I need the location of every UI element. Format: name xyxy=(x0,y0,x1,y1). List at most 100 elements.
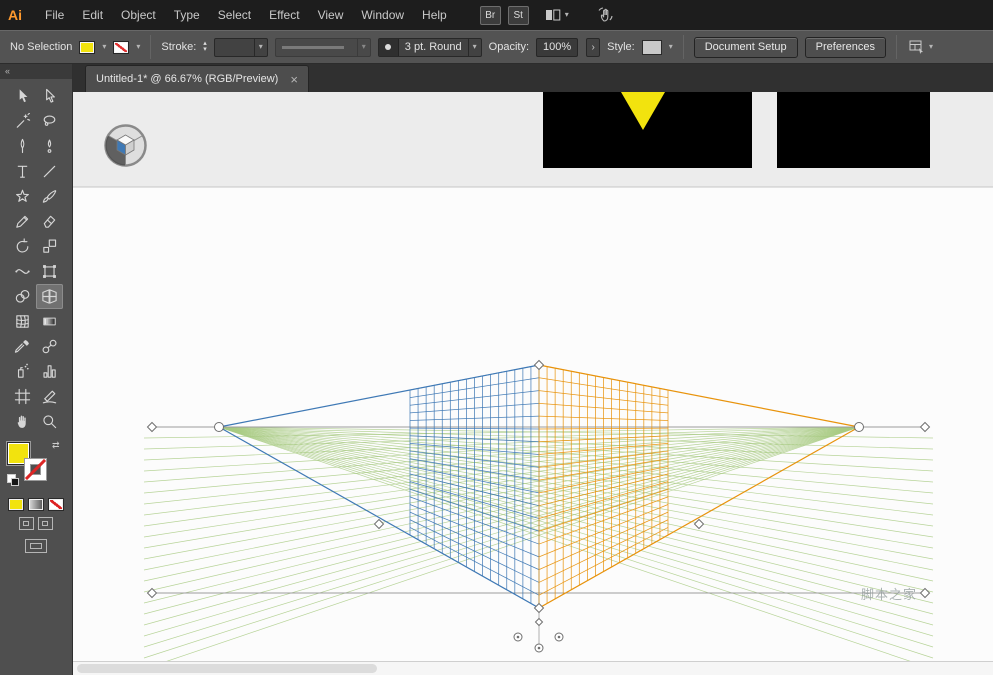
menu-bar: Ai File Edit Object Type Select Effect V… xyxy=(0,0,993,30)
chevron-down-icon[interactable]: ▾ xyxy=(136,43,140,51)
menu-help[interactable]: Help xyxy=(413,4,456,26)
style-label: Style: xyxy=(607,41,635,53)
brush-preview xyxy=(378,38,399,56)
hand-tool-button[interactable] xyxy=(9,409,36,434)
selection-tool-button[interactable] xyxy=(9,84,36,109)
column-graph-tool-button[interactable] xyxy=(36,359,63,384)
workspace-layout-button[interactable]: ▾ xyxy=(545,9,569,21)
pen-tool-icon xyxy=(20,138,25,154)
scale-tool-button[interactable] xyxy=(36,234,63,259)
stock-button[interactable]: St xyxy=(507,5,529,25)
chevron-down-icon: ▾ xyxy=(564,10,569,19)
artboard-tool-button[interactable] xyxy=(9,384,36,409)
stroke-weight-stepper[interactable]: ▴ ▾ xyxy=(203,40,207,53)
eyedropper-tool-button[interactable] xyxy=(9,334,36,359)
opacity-input[interactable]: 100% xyxy=(536,37,579,57)
tools-panel-collapse[interactable]: « xyxy=(0,64,72,79)
mesh-tool-button[interactable] xyxy=(9,309,36,334)
plane-switching-widget[interactable] xyxy=(103,123,148,168)
draw-behind-button[interactable] xyxy=(38,517,53,530)
magic-wand-tool-button[interactable] xyxy=(9,109,36,134)
preferences-button[interactable]: Preferences xyxy=(804,36,886,58)
document-setup-button[interactable]: Document Setup xyxy=(693,36,798,58)
style-swatch[interactable] xyxy=(641,39,662,55)
separator xyxy=(895,35,897,59)
chevron-down-icon: ▾ xyxy=(258,42,263,51)
workspace-switcher-button[interactable]: ▾ xyxy=(909,40,933,54)
document-tab[interactable]: Untitled-1* @ 66.67% (RGB/Preview) × xyxy=(85,65,309,92)
horizontal-scrollbar[interactable] xyxy=(73,661,993,675)
selection-status: No Selection xyxy=(10,41,73,53)
stepper-down-icon[interactable]: ▾ xyxy=(203,46,207,53)
app-logo: Ai xyxy=(8,7,22,23)
stroke-well[interactable] xyxy=(24,458,47,481)
document-tab-bar: Untitled-1* @ 66.67% (RGB/Preview) × xyxy=(73,64,993,92)
gesture-button[interactable] xyxy=(597,7,614,23)
free-transform-tool-button[interactable] xyxy=(36,259,63,284)
pen-tool-button[interactable] xyxy=(9,134,36,159)
screen-mode-button[interactable] xyxy=(25,539,47,553)
line-segment-tool-button[interactable] xyxy=(36,159,63,184)
none-button[interactable] xyxy=(48,498,64,511)
slice-icon xyxy=(42,390,57,404)
paintbrush-tool-button[interactable] xyxy=(36,184,63,209)
horizontal-scrollbar-thumb[interactable] xyxy=(77,664,377,673)
chevron-down-icon[interactable]: ▾ xyxy=(102,43,106,51)
star-tool-button[interactable] xyxy=(9,184,36,209)
eraser-tool-button[interactable] xyxy=(36,209,63,234)
width-tool-button[interactable] xyxy=(9,259,36,284)
type-tool-button[interactable] xyxy=(9,159,36,184)
blend-tool-button[interactable] xyxy=(36,334,63,359)
menu-type[interactable]: Type xyxy=(165,4,209,26)
paint-mode-row xyxy=(0,498,72,511)
gradient-button[interactable] xyxy=(28,498,44,511)
opacity-arrow-button[interactable]: › xyxy=(586,37,601,57)
blend-icon xyxy=(42,339,57,354)
menu-file[interactable]: File xyxy=(36,4,73,26)
direct-selection-tool-button[interactable] xyxy=(36,84,63,109)
curvature-tool-button[interactable] xyxy=(36,134,63,159)
draw-normal-button[interactable] xyxy=(19,517,34,530)
control-bar: No Selection ▾ ▾ Stroke: ▴ ▾ ▾ ▾ 3 pt. R… xyxy=(0,30,993,64)
shape-builder-tool-button[interactable] xyxy=(9,284,36,309)
selection-tool-icon xyxy=(19,89,28,103)
rotate-tool-button[interactable] xyxy=(9,234,36,259)
hand-tool-icon xyxy=(17,415,26,428)
mesh-icon xyxy=(16,315,29,328)
canvas[interactable]: 脚本之家 xyxy=(73,92,993,661)
default-fill-stroke-icon[interactable] xyxy=(7,474,19,486)
default-stroke-square xyxy=(11,478,19,486)
paintbrush-icon xyxy=(42,190,57,203)
brush-select[interactable]: 3 pt. Round ▾ xyxy=(377,37,482,57)
chevron-down-icon[interactable]: ▾ xyxy=(669,43,673,51)
lasso-tool-button[interactable] xyxy=(36,109,63,134)
fill-color-swatch[interactable] xyxy=(79,40,96,54)
perspective-grid-icon xyxy=(42,289,57,304)
menu-edit[interactable]: Edit xyxy=(73,4,112,26)
gesture-hand-icon xyxy=(598,7,613,22)
menu-view[interactable]: View xyxy=(309,4,353,26)
symbol-sprayer-tool-button[interactable] xyxy=(9,359,36,384)
menu-effect[interactable]: Effect xyxy=(260,4,308,26)
lasso-icon xyxy=(43,115,56,126)
swap-fill-stroke-icon[interactable]: ⇄ xyxy=(52,440,60,451)
color-button[interactable] xyxy=(8,498,24,511)
line-segment-icon xyxy=(43,165,56,178)
perspective-grid-svg[interactable] xyxy=(73,92,993,661)
bridge-button[interactable]: Br xyxy=(479,5,501,25)
zoom-tool-button[interactable] xyxy=(36,409,63,434)
menu-select[interactable]: Select xyxy=(209,4,260,26)
close-icon[interactable]: × xyxy=(290,73,298,86)
shape-builder-icon xyxy=(15,289,30,303)
pencil-icon xyxy=(16,215,29,228)
stroke-weight-select[interactable]: ▾ xyxy=(213,37,268,57)
perspective-grid-tool-button[interactable] xyxy=(36,284,63,309)
pencil-tool-button[interactable] xyxy=(9,209,36,234)
slice-tool-button[interactable] xyxy=(36,384,63,409)
chevron-down-icon: ▾ xyxy=(472,42,477,51)
stroke-color-swatch[interactable] xyxy=(113,40,130,54)
stroke-label: Stroke: xyxy=(161,41,197,53)
menu-object[interactable]: Object xyxy=(112,4,165,26)
menu-window[interactable]: Window xyxy=(352,4,413,26)
gradient-tool-button[interactable] xyxy=(36,309,63,334)
